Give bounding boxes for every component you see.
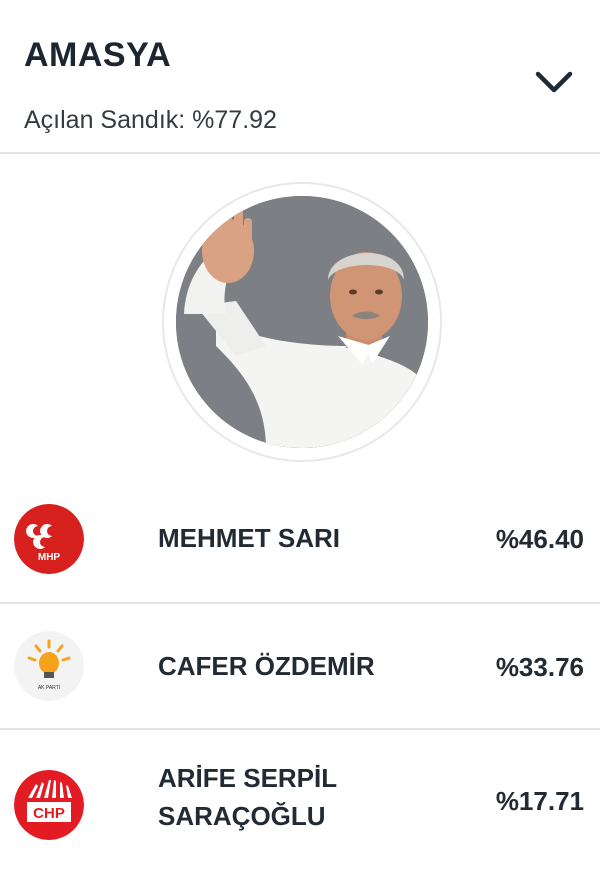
candidate-row[interactable]: CHP ARİFE SERPİL SARAÇOĞLU %17.71 bbox=[0, 730, 600, 893]
vote-percent: %17.71 bbox=[495, 786, 584, 816]
vote-percent: %33.76 bbox=[495, 652, 584, 682]
candidate-photo bbox=[176, 196, 428, 448]
candidate-photo-illustration bbox=[176, 196, 428, 448]
candidate-photo-frame bbox=[162, 182, 442, 462]
mhp-logo-icon: MHP bbox=[14, 504, 84, 574]
city-title: AMASYA bbox=[24, 36, 172, 74]
opened-ballot-label: Açılan Sandık: %77.92 bbox=[24, 106, 277, 134]
svg-text:MHP: MHP bbox=[38, 552, 61, 563]
vote-percent: %46.40 bbox=[495, 524, 584, 554]
candidate-name: CAFER ÖZDEMİR bbox=[158, 651, 375, 681]
candidate-name: MEHMET SARI bbox=[158, 523, 340, 553]
akparti-logo-icon: AK PARTİ bbox=[14, 631, 84, 701]
chp-logo-icon: CHP bbox=[14, 770, 84, 840]
candidate-row[interactable]: MHP MEHMET SARI %46.40 bbox=[0, 472, 600, 604]
candidate-row[interactable]: AK PARTİ CAFER ÖZDEMİR %33.76 bbox=[0, 604, 600, 730]
svg-text:CHP: CHP bbox=[33, 805, 65, 822]
chevron-down-icon[interactable] bbox=[534, 64, 574, 100]
election-header[interactable]: AMASYA Açılan Sandık: %77.92 bbox=[0, 0, 600, 154]
svg-text:AK PARTİ: AK PARTİ bbox=[38, 684, 60, 691]
candidate-name: ARİFE SERPİL SARAÇOĞLU bbox=[158, 763, 338, 831]
